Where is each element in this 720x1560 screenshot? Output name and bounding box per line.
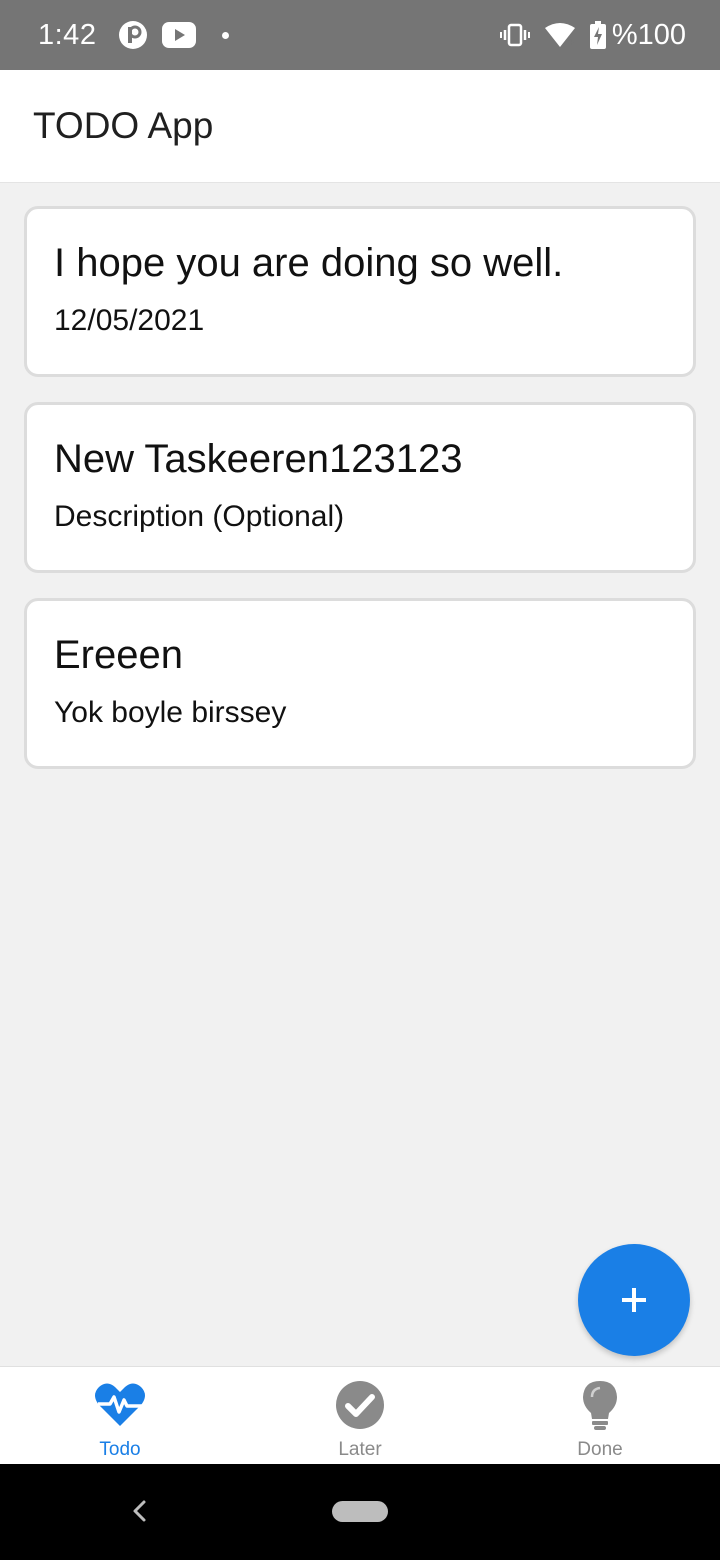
status-bar: 1:42 4 %100 [0, 0, 720, 70]
youtube-icon [162, 22, 197, 48]
tab-label: Later [338, 1439, 382, 1460]
network-badge: 4 [567, 34, 574, 48]
tab-todo[interactable]: Todo [0, 1367, 240, 1465]
task-card[interactable]: I hope you are doing so well. 12/05/2021 [24, 206, 696, 377]
tab-label: Done [577, 1439, 623, 1460]
task-card[interactable]: New Taskeeren123123 Description (Optiona… [24, 402, 696, 573]
vibrate-icon [499, 23, 530, 47]
app-notification-icon [118, 20, 148, 50]
tab-later[interactable]: Later [240, 1367, 480, 1465]
check-circle-icon [332, 1377, 388, 1433]
app-bar: TODO App [0, 70, 720, 183]
back-icon[interactable] [128, 1498, 150, 1529]
battery-percent: %100 [611, 18, 686, 51]
tab-done[interactable]: Done [480, 1367, 720, 1465]
bottom-nav: Todo Later Done [0, 1366, 720, 1464]
task-title: Ereeen [54, 633, 183, 677]
tab-label: Todo [99, 1439, 141, 1460]
plus-icon [622, 1288, 646, 1312]
task-description: Description (Optional) [54, 500, 345, 533]
notification-dot-icon [222, 31, 230, 39]
wifi-icon: 4 [544, 22, 576, 48]
battery-charging-icon [589, 21, 606, 49]
home-button[interactable] [332, 1501, 388, 1522]
task-title: New Taskeeren123123 [54, 437, 463, 481]
status-right: 4 %100 [499, 18, 686, 52]
task-title: I hope you are doing so well. [54, 241, 564, 285]
status-time: 1:42 [38, 18, 97, 51]
task-description: 12/05/2021 [54, 304, 205, 337]
page-title: TODO App [33, 105, 214, 146]
task-description: Yok boyle birssey [54, 696, 287, 729]
task-list: I hope you are doing so well. 12/05/2021… [24, 206, 696, 794]
status-left: 1:42 [38, 18, 230, 52]
lightbulb-icon [572, 1377, 628, 1433]
heart-pulse-icon [92, 1377, 148, 1433]
add-task-button[interactable] [578, 1244, 690, 1356]
task-card[interactable]: Ereeen Yok boyle birssey [24, 598, 696, 769]
